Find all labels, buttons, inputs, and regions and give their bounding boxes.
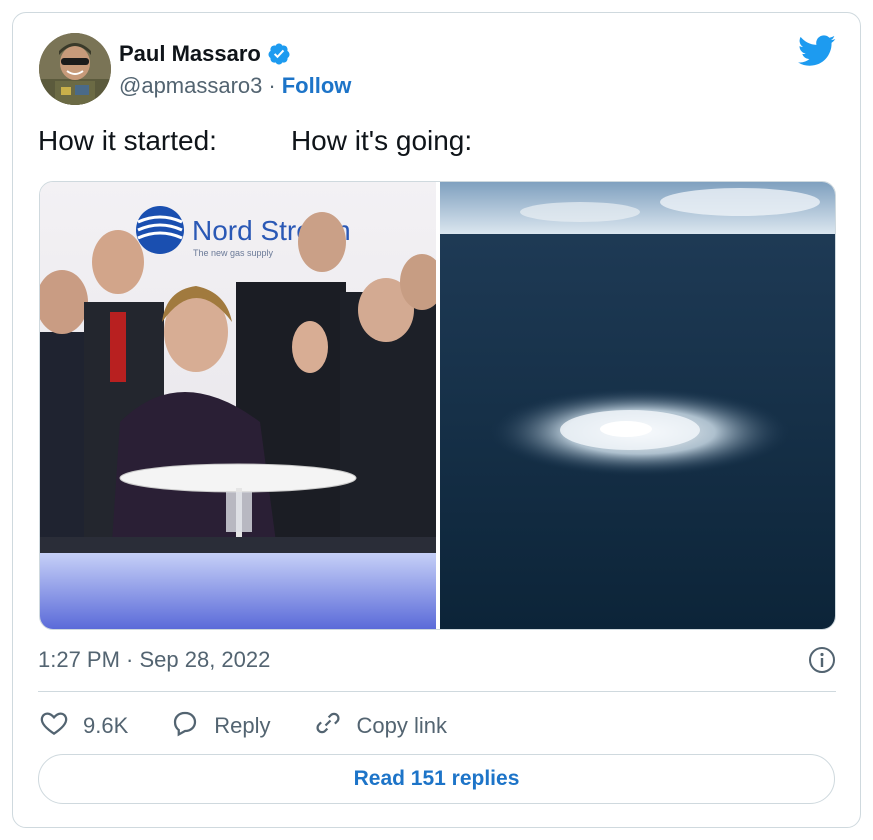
name-row: Paul Massaro xyxy=(119,41,291,67)
like-button[interactable]: 9.6K xyxy=(39,708,128,744)
tweet-card: Paul Massaro @apmassaro3 · Follow How it… xyxy=(12,12,861,828)
action-bar: 9.6K Reply Copy link xyxy=(39,708,489,744)
tweet-text-left: How it started: xyxy=(38,125,217,156)
read-replies-button[interactable]: Read 151 replies xyxy=(38,754,835,804)
heart-icon xyxy=(39,708,69,744)
reply-label: Reply xyxy=(214,713,271,738)
handle-separator: · xyxy=(268,73,276,98)
timestamp-row: 1:27 PM · Sep 28, 2022 xyxy=(38,646,836,674)
like-count: 9.6K xyxy=(83,713,129,738)
reply-button[interactable]: Reply xyxy=(170,708,271,744)
speech-bubble-icon xyxy=(170,708,200,744)
photo-right[interactable] xyxy=(440,182,835,629)
tweet-text: How it started: How it's going: xyxy=(38,125,472,157)
tweet-text-right: How it's going: xyxy=(290,125,473,156)
divider xyxy=(38,691,836,692)
verified-badge-icon xyxy=(267,42,291,66)
copy-link-label: Copy link xyxy=(356,713,447,738)
display-name[interactable]: Paul Massaro xyxy=(119,41,261,67)
copy-link-button[interactable]: Copy link xyxy=(313,708,447,744)
nord-stream-subcaption: The new gas supply xyxy=(193,248,274,258)
avatar[interactable] xyxy=(39,33,111,105)
photo-left[interactable]: Nord Stream The new gas supply xyxy=(40,182,444,629)
twitter-bird-icon[interactable] xyxy=(798,35,836,67)
handle-row: @apmassaro3 · Follow xyxy=(119,73,351,99)
follow-link[interactable]: Follow xyxy=(282,73,352,99)
info-icon[interactable] xyxy=(808,646,836,674)
tweet-timestamp[interactable]: 1:27 PM · Sep 28, 2022 xyxy=(38,647,270,673)
user-handle[interactable]: @apmassaro3 xyxy=(119,73,262,99)
link-icon xyxy=(313,708,343,744)
tweet-media: Nord Stream The new gas supply xyxy=(39,181,836,630)
